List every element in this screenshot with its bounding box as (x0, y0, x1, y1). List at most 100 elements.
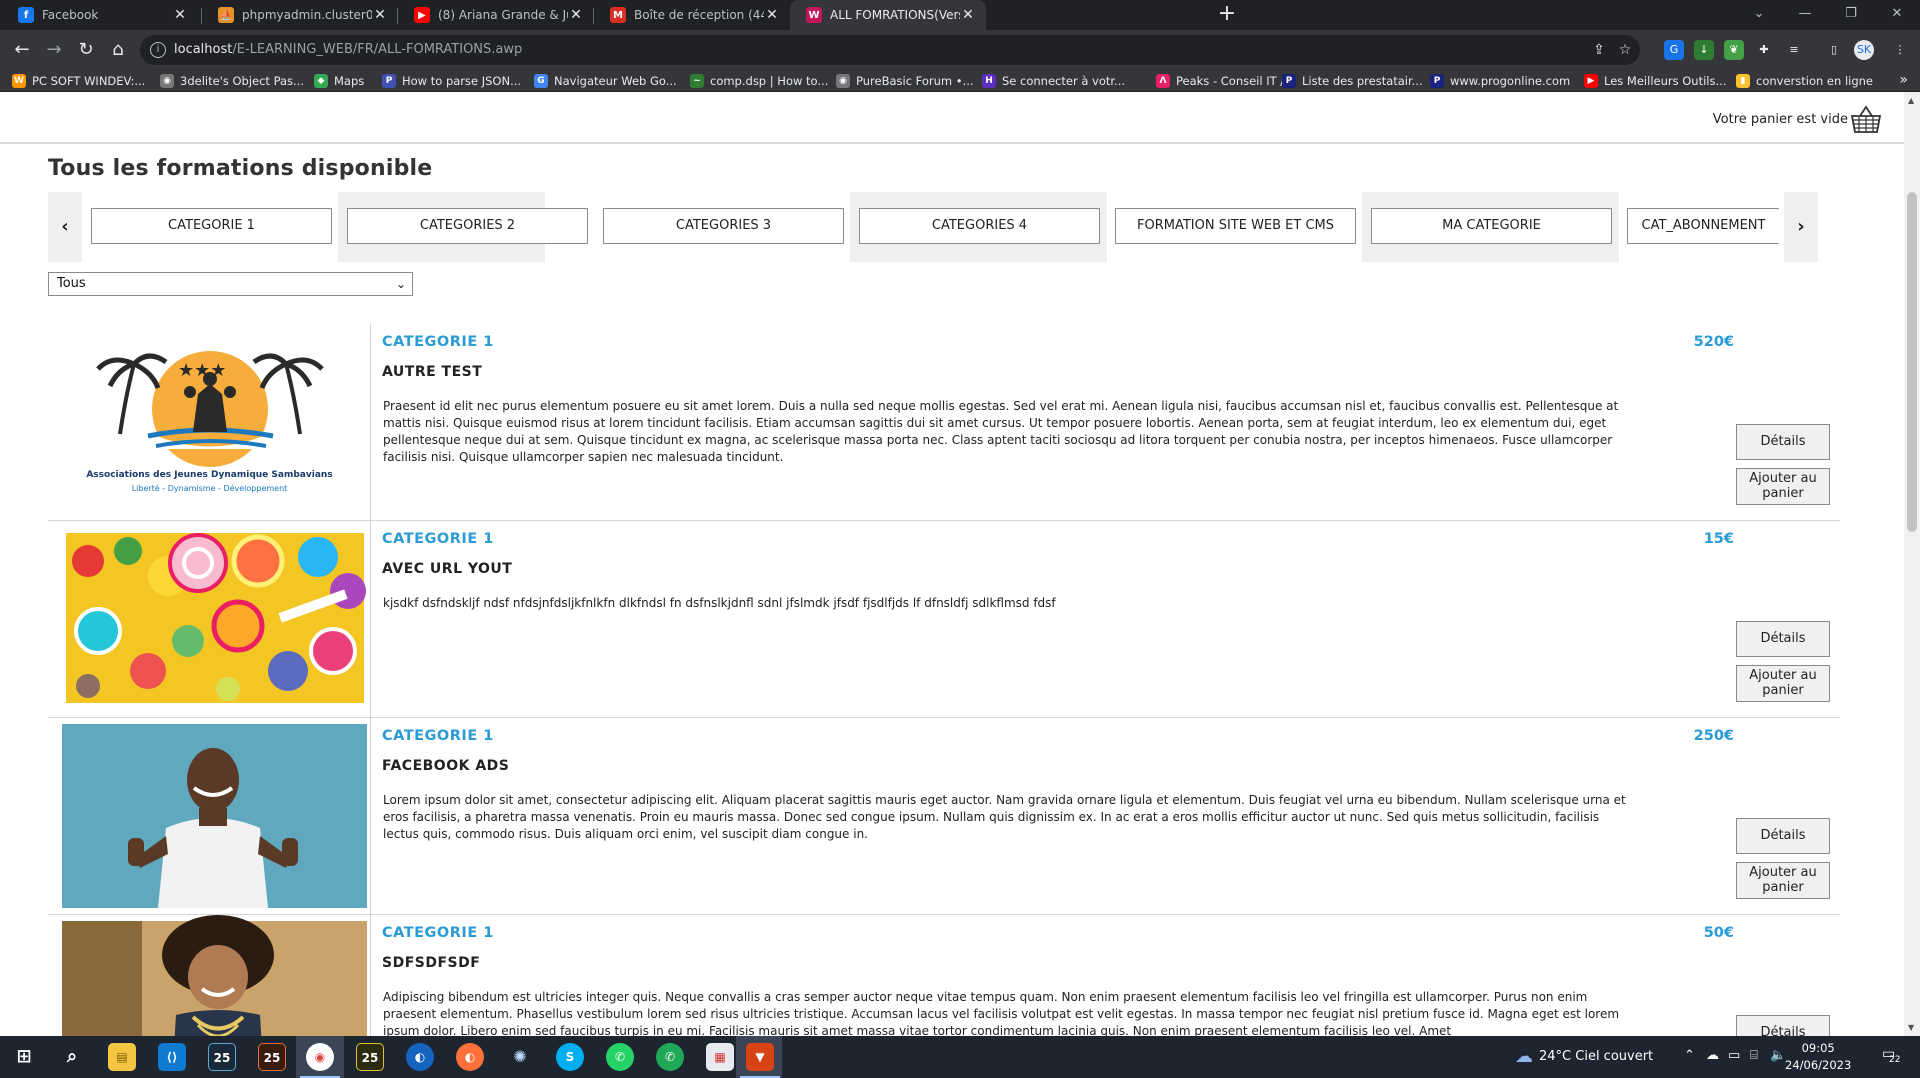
browser-menu-icon[interactable]: ⋮ (1890, 40, 1910, 60)
formation-title[interactable]: AUTRE TEST (382, 364, 482, 380)
browser-tab[interactable]: M Boîte de réception (443) - service✕ (594, 0, 790, 30)
cart-status[interactable]: Votre panier est vide (1713, 104, 1882, 134)
tab-close-icon[interactable]: ✕ (960, 7, 976, 23)
formation-category[interactable]: CATEGORIE 1 (382, 334, 494, 350)
bookmark-item[interactable]: P Liste des prestatair... (1282, 72, 1423, 90)
download-extension-icon[interactable]: ↓ (1694, 40, 1714, 60)
system-clock[interactable]: 09:05 24/06/2023 (1785, 1040, 1851, 1074)
restore-button[interactable]: ❐ (1828, 0, 1874, 30)
windev-app-icon[interactable]: 25 (258, 1043, 286, 1071)
minimize-button[interactable]: — (1782, 0, 1828, 30)
details-button[interactable]: Détails (1736, 424, 1830, 460)
volume-icon[interactable]: 🔈 (1770, 1048, 1786, 1063)
browser-tab[interactable]: ▶ (8) Ariana Grande & Justin B✕ (398, 0, 594, 30)
bookmark-item[interactable]: W PC SOFT WINDEV:... (12, 72, 145, 90)
add-to-cart-button[interactable]: Ajouter au panier (1736, 862, 1830, 899)
file-explorer-icon[interactable]: ▤ (108, 1043, 136, 1071)
windows-start-icon[interactable]: ⊞ (10, 1043, 38, 1071)
tab-close-icon[interactable]: ✕ (372, 7, 388, 23)
close-window-button[interactable]: ✕ (1874, 0, 1920, 30)
formation-title[interactable]: AVEC URL YOUT (382, 561, 512, 577)
carousel-prev-button[interactable]: ‹ (48, 192, 82, 262)
tab-close-icon[interactable]: ✕ (764, 7, 780, 23)
formation-image-man[interactable] (48, 718, 371, 914)
extensions-puzzle-icon[interactable]: ✚ (1754, 40, 1774, 60)
category-button[interactable]: CATEGORIES 4 (859, 208, 1100, 244)
calendar-app-icon[interactable]: ▦ (706, 1043, 734, 1071)
formation-image-child[interactable] (48, 915, 371, 1036)
formation-image-candy[interactable] (48, 521, 371, 717)
bookmarks-overflow-icon[interactable]: » (1899, 72, 1908, 88)
search-icon[interactable]: ⌕ (58, 1043, 86, 1071)
bookmark-star-icon[interactable]: ☆ (1617, 42, 1633, 58)
webdev-test-icon[interactable]: ▼ (746, 1043, 774, 1071)
leaf-extension-icon[interactable]: ❦ (1724, 40, 1744, 60)
new-tab-button[interactable]: + (1214, 2, 1240, 28)
category-button[interactable]: FORMATION SITE WEB ET CMS (1115, 208, 1356, 244)
scroll-up-icon[interactable]: ▲ (1908, 96, 1914, 105)
skype-icon[interactable]: S (556, 1043, 584, 1071)
details-button[interactable]: Détails (1736, 818, 1830, 854)
basket-icon[interactable] (1850, 104, 1882, 134)
details-button[interactable]: Détails (1736, 1015, 1830, 1036)
bookmark-item[interactable]: ◆ Maps (314, 72, 364, 90)
translate-extension-icon[interactable]: G (1664, 40, 1684, 60)
browser-tab[interactable]: f Facebook ✕ (2, 0, 198, 30)
formation-category[interactable]: CATEGORIE 1 (382, 728, 494, 744)
category-button[interactable]: CATEGORIES 2 (347, 208, 588, 244)
back-icon[interactable]: ← (8, 36, 36, 64)
reload-icon[interactable]: ↻ (72, 36, 100, 64)
browser-tab[interactable]: ⛵ phpmyadmin.cluster030.hosting.✕ (202, 0, 398, 30)
bookmark-item[interactable]: G Navigateur Web Go... (534, 72, 677, 90)
gear-app-icon[interactable]: ✺ (506, 1043, 534, 1071)
bookmark-item[interactable]: ◉ PureBasic Forum •... (836, 72, 974, 90)
firefox-dev-icon[interactable]: ◐ (406, 1043, 434, 1071)
bookmark-item[interactable]: ▮ converstion en ligne (1736, 72, 1873, 90)
browser-tab[interactable]: W ALL FOMRATIONS(Version de Tes✕ (790, 0, 986, 30)
scroll-down-icon[interactable]: ▼ (1908, 1023, 1914, 1032)
bookmark-item[interactable]: ▶ Les Meilleurs Outils... (1584, 72, 1726, 90)
share-icon[interactable]: ⇪ (1591, 42, 1607, 58)
tray-chevron-icon[interactable]: ⌃ (1684, 1048, 1695, 1063)
home-icon[interactable]: ⌂ (104, 36, 132, 64)
formation-category[interactable]: CATEGORIE 1 (382, 531, 494, 547)
vscode-icon[interactable]: ⟨⟩ (158, 1043, 186, 1071)
category-filter-select[interactable]: Tous ⌄ (48, 272, 413, 296)
tab-close-icon[interactable]: ✕ (568, 7, 584, 23)
category-button[interactable]: CAT_ABONNEMENT (1627, 208, 1779, 244)
category-button[interactable]: CATEGORIES 3 (603, 208, 844, 244)
side-panel-icon[interactable]: ▯ (1824, 40, 1844, 60)
category-button[interactable]: CATEGORIE 1 (91, 208, 332, 244)
chrome-icon[interactable]: ◉ (306, 1043, 334, 1071)
whatsapp-business-icon[interactable]: ✆ (656, 1043, 684, 1071)
display-icon[interactable]: ▭ (1728, 1048, 1740, 1063)
onedrive-icon[interactable]: ☁ (1706, 1048, 1719, 1063)
bookmark-item[interactable]: Λ Peaks - Conseil IT /... (1156, 72, 1295, 90)
profile-avatar[interactable]: SK (1854, 40, 1874, 60)
formation-image-logo[interactable]: ★★★ Associations des Jeunes Dynamique Sa… (48, 324, 371, 520)
details-button[interactable]: Détails (1736, 621, 1830, 657)
notifications-icon[interactable]: ▭ 22 (1882, 1046, 1904, 1066)
add-to-cart-button[interactable]: Ajouter au panier (1736, 665, 1830, 702)
tab-search-button[interactable]: ⌄ (1736, 0, 1782, 30)
add-to-cart-button[interactable]: Ajouter au panier (1736, 468, 1830, 505)
network-icon[interactable]: ⌸ (1750, 1048, 1758, 1063)
site-info-icon[interactable]: i (150, 42, 166, 58)
whatsapp-icon[interactable]: ✆ (606, 1043, 634, 1071)
carousel-next-button[interactable]: › (1784, 192, 1818, 262)
bookmark-item[interactable]: P How to parse JSON... (382, 72, 521, 90)
windev-mobile-icon[interactable]: 25 (356, 1043, 384, 1071)
webdev-app-icon[interactable]: 25 (208, 1043, 236, 1071)
page-scrollbar[interactable]: ▲ ▼ (1904, 92, 1920, 1036)
formation-category[interactable]: CATEGORIE 1 (382, 925, 494, 941)
category-button[interactable]: MA CATEGORIE (1371, 208, 1612, 244)
formation-title[interactable]: SDFSDFSDF (382, 955, 480, 971)
weather-widget[interactable]: ☁ 24°C Ciel couvert (1515, 1046, 1653, 1067)
bookmark-item[interactable]: ◉ 3delite's Object Pas... (160, 72, 304, 90)
forward-icon[interactable]: → (40, 36, 68, 64)
firefox-icon[interactable]: ◐ (456, 1043, 484, 1071)
address-url[interactable]: localhost/E-LEARNING_WEB/FR/ALL-FOMRATIO… (174, 42, 522, 57)
bookmark-item[interactable]: ~ comp.dsp | How to... (690, 72, 828, 90)
scrollbar-thumb[interactable] (1907, 192, 1917, 532)
address-bar[interactable]: i localhost/E-LEARNING_WEB/FR/ALL-FOMRAT… (140, 35, 1640, 65)
